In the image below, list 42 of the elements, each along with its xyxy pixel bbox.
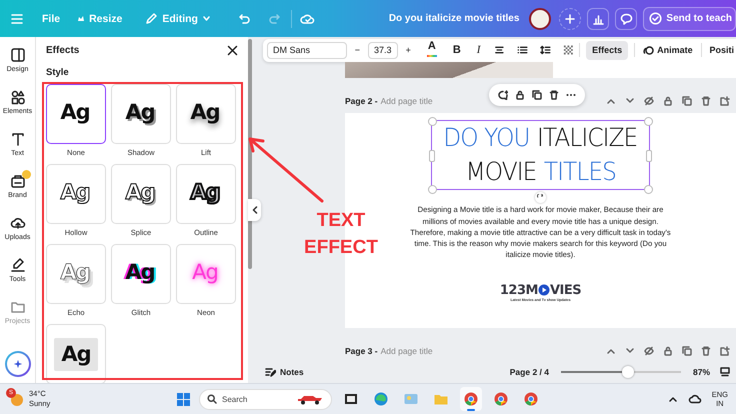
style-preview: Ag bbox=[124, 178, 157, 208]
heading-line: DO YOU ITALICIZE bbox=[444, 122, 638, 154]
effect-style-tile[interactable]: Ag bbox=[176, 84, 236, 144]
logo: 123M VIES bbox=[500, 282, 582, 298]
heading-line: MOVIE TITLES bbox=[465, 156, 616, 188]
style-preview: Ag bbox=[59, 98, 91, 126]
style-preview: Ag bbox=[191, 258, 219, 286]
decrease-size-button[interactable]: − bbox=[352, 40, 362, 60]
panel-title: Effects bbox=[46, 45, 80, 56]
font-field[interactable]: DM Sans bbox=[267, 42, 347, 59]
font-size-field[interactable]: 37.3 bbox=[368, 42, 398, 59]
effect-style-tile[interactable]: Ag bbox=[176, 164, 236, 224]
effect-style-tile[interactable]: Ag bbox=[46, 84, 106, 144]
animate-button[interactable]: Animate bbox=[641, 40, 695, 60]
page-indicator[interactable]: Page 2 / 4 bbox=[510, 367, 549, 378]
italic-button[interactable]: I bbox=[474, 40, 482, 60]
section-heading: Style bbox=[46, 67, 70, 78]
zoom-percentage: 87% bbox=[692, 367, 710, 378]
effects-button[interactable]: Effects bbox=[586, 40, 628, 60]
style-preview: Ag bbox=[58, 178, 91, 206]
style-preview: Ag bbox=[124, 258, 156, 286]
effect-style-tile[interactable]: Ag bbox=[111, 164, 171, 224]
effect-style-tile[interactable]: Ag bbox=[46, 164, 106, 224]
style-preview: Ag bbox=[54, 338, 98, 370]
send-button[interactable]: Send to teach bbox=[643, 6, 736, 30]
style-preview: Ag bbox=[189, 98, 221, 126]
position-button[interactable]: Positi bbox=[707, 40, 736, 60]
annotation-text: TEXT EFFECT bbox=[303, 209, 379, 260]
style-preview: Ag bbox=[56, 258, 96, 290]
page-label: Page 2 - bbox=[345, 96, 378, 106]
search-field[interactable]: Search bbox=[199, 388, 332, 410]
increase-size-button[interactable]: + bbox=[404, 40, 413, 60]
document-title[interactable]: Do you italicize movie titles bbox=[388, 13, 520, 24]
text-color-button[interactable]: A bbox=[424, 40, 439, 60]
page-label: Page 3 - bbox=[345, 346, 378, 356]
effect-style-tile[interactable]: Ag bbox=[46, 324, 106, 383]
style-preview: Ag bbox=[124, 98, 156, 126]
style-preview: Ag bbox=[189, 178, 221, 206]
effect-style-tile[interactable]: Ag bbox=[111, 244, 171, 304]
effect-style-tile[interactable]: Ag bbox=[111, 84, 171, 144]
notes-button[interactable]: Notes bbox=[265, 367, 304, 378]
bold-button[interactable]: B bbox=[450, 40, 463, 60]
